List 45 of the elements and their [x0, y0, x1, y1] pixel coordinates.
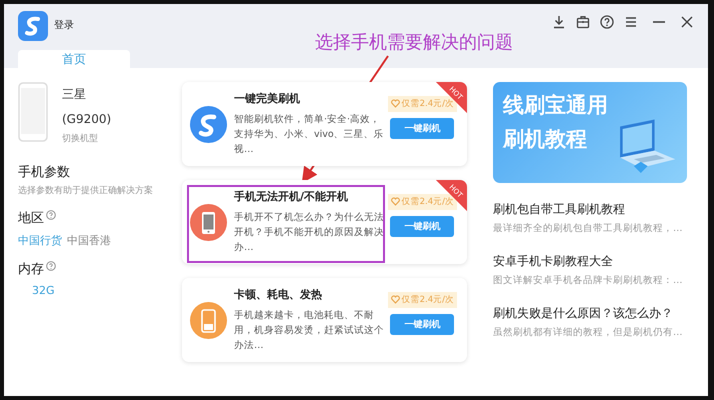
article-title[interactable]: 安卓手机卡刷教程大全 — [493, 253, 687, 270]
login-link[interactable]: 登录 — [54, 18, 74, 32]
solution-description: 智能刷机软件，简单·安全·高效，支持华为、小米、vivo、三星、乐视… — [234, 113, 385, 157]
app-logo-icon — [18, 11, 48, 41]
params-title: 手机参数 — [18, 164, 71, 181]
menu-icon[interactable] — [624, 15, 638, 29]
switch-model-link[interactable]: 切换机型 — [62, 132, 112, 145]
solution-description: 手机开不了机怎么办？为什么无法开机？手机不能开机的原因及解决办… — [234, 211, 385, 255]
banner-title: 刷机教程 — [503, 126, 588, 153]
solution-description: 手机越来越卡，电池耗电、不耐用，机身容易发烫，赶紧试试这个办法… — [234, 309, 385, 353]
param-option[interactable]: 中国香港 — [67, 233, 111, 248]
param-label: 内存 — [18, 261, 44, 278]
article-summary: 最详细齐全的刷机包自带工具刷机教程，… — [493, 222, 684, 235]
flash-button[interactable]: 一键刷机 — [390, 118, 454, 138]
briefcase-icon[interactable] — [576, 15, 590, 29]
battery-icon — [190, 302, 227, 338]
tutorial-banner[interactable]: 线刷宝通用 刷机教程 — [493, 82, 687, 183]
home-tab[interactable]: 首页 — [18, 50, 130, 68]
banner-title: 线刷宝通用 — [503, 92, 608, 119]
solution-title: 卡顿、耗电、发热 — [234, 287, 323, 302]
solution-title: 一键完美刷机 — [234, 91, 301, 106]
article-summary: 虽然刷机都有详细的教程，但是刷机仍有… — [493, 326, 684, 339]
heart-icon — [390, 295, 400, 304]
heart-icon — [390, 197, 400, 206]
heart-icon — [390, 99, 400, 108]
help-icon[interactable] — [600, 15, 614, 29]
device-model: (G9200) — [62, 112, 112, 126]
article-title[interactable]: 刷机包自带工具刷机教程 — [493, 201, 687, 218]
flash-button[interactable]: 一键刷机 — [390, 216, 454, 236]
param-option[interactable]: 32G — [32, 284, 55, 297]
article-summary: 图文详解安卓手机各品牌卡刷刷机教程：… — [493, 274, 684, 287]
annotation-text: 选择手机需要解决的问题 — [315, 31, 513, 54]
solution-title: 手机无法开机/不能开机 — [234, 189, 350, 204]
param-option[interactable]: 中国行货 — [18, 233, 62, 248]
flash-button[interactable]: 一键刷机 — [390, 314, 454, 334]
phone-icon — [190, 204, 227, 240]
price-label: 仅需2.4元/次 — [402, 294, 454, 306]
device-brand: 三星 — [62, 86, 87, 103]
phone-outline-icon — [18, 82, 48, 142]
params-hint: 选择参数有助于提供正确解决方案 — [18, 184, 154, 197]
download-icon[interactable] — [552, 15, 566, 29]
close-icon[interactable] — [680, 15, 694, 29]
article-title[interactable]: 刷机失败是什么原因？该怎么办？ — [493, 305, 687, 322]
param-label: 地区 — [18, 210, 44, 227]
app-logo-icon — [190, 106, 227, 142]
